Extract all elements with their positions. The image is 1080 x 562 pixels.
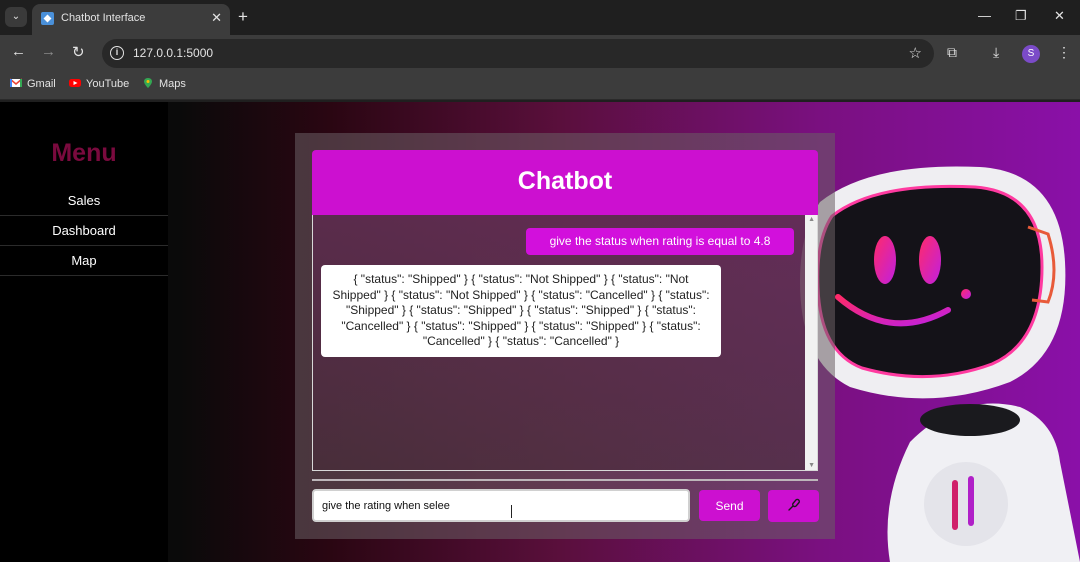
browser-toolbar: ← → ↻ i 127.0.0.1:5000 ☆ ⧉ ⤓ S ⋮	[0, 35, 1080, 72]
back-icon[interactable]: ←	[11, 43, 26, 60]
sidebar-item-map[interactable]: Map	[0, 246, 168, 276]
address-bar[interactable]: i 127.0.0.1:5000 ☆	[102, 39, 934, 68]
reload-icon[interactable]: ↻	[72, 43, 85, 61]
gmail-icon	[10, 78, 22, 87]
profile-avatar[interactable]: S	[1022, 45, 1040, 63]
new-tab-button[interactable]: +	[238, 7, 248, 27]
browser-tab-strip: ⌄ Chatbot Interface ✕ + — ❐ ✕	[0, 0, 1080, 35]
sidebar-item-dashboard[interactable]: Dashboard	[0, 216, 168, 246]
tab-title: Chatbot Interface	[61, 12, 146, 24]
input-divider	[312, 479, 818, 481]
microphone-icon	[787, 498, 800, 511]
bookmark-youtube[interactable]: YouTube	[69, 78, 129, 90]
chat-messages-area[interactable]: give the status when rating is equal to …	[312, 215, 818, 471]
page-content: Menu Sales Dashboard Map Chatbot give th…	[0, 102, 1080, 562]
browser-menu-icon[interactable]: ⋮	[1057, 44, 1071, 61]
forward-icon[interactable]: →	[41, 43, 56, 60]
sidebar: Menu Sales Dashboard Map	[0, 102, 168, 562]
page-favicon-icon	[41, 12, 54, 25]
bookmark-star-icon[interactable]: ☆	[909, 44, 922, 62]
bookmark-label: Gmail	[27, 78, 56, 90]
bookmark-label: Maps	[159, 78, 186, 90]
microphone-button[interactable]	[768, 490, 819, 522]
bot-message: { "status": "Shipped" } { "status": "Not…	[321, 265, 721, 357]
sidebar-item-sales[interactable]: Sales	[0, 186, 168, 216]
youtube-icon	[69, 79, 81, 87]
bookmarks-bar: Gmail YouTube Maps	[0, 72, 1080, 100]
url-text: 127.0.0.1:5000	[133, 46, 214, 60]
extensions-icon[interactable]: ⧉	[947, 44, 957, 61]
chat-title: Chatbot	[517, 167, 613, 195]
download-icon[interactable]: ⤓	[993, 44, 999, 61]
site-info-icon[interactable]: i	[110, 46, 124, 60]
bookmark-gmail[interactable]: Gmail	[10, 78, 56, 90]
browser-tab[interactable]: Chatbot Interface ✕	[32, 4, 230, 35]
text-cursor-icon	[511, 505, 515, 518]
chatbot-panel: Chatbot give the status when rating is e…	[295, 133, 835, 539]
user-message: give the status when rating is equal to …	[526, 228, 794, 255]
scroll-down-arrow-icon[interactable]: ▼	[808, 462, 815, 469]
bookmark-label: YouTube	[86, 78, 130, 90]
bookmark-maps[interactable]: Maps	[142, 78, 186, 90]
message-input[interactable]	[312, 489, 690, 522]
send-button[interactable]: Send	[699, 490, 760, 521]
restore-icon[interactable]: ❐	[1015, 8, 1027, 24]
tab-search-button[interactable]: ⌄	[5, 7, 27, 27]
minimize-icon[interactable]: —	[978, 8, 991, 23]
window-close-icon[interactable]: ✕	[1054, 8, 1065, 24]
tab-close-icon[interactable]: ✕	[211, 10, 222, 26]
menu-title: Menu	[51, 139, 117, 167]
chat-scrollbar[interactable]: ▲ ▼	[805, 215, 817, 470]
chat-header: Chatbot	[312, 150, 818, 215]
scroll-up-arrow-icon[interactable]: ▲	[808, 216, 815, 223]
maps-icon	[144, 78, 152, 88]
